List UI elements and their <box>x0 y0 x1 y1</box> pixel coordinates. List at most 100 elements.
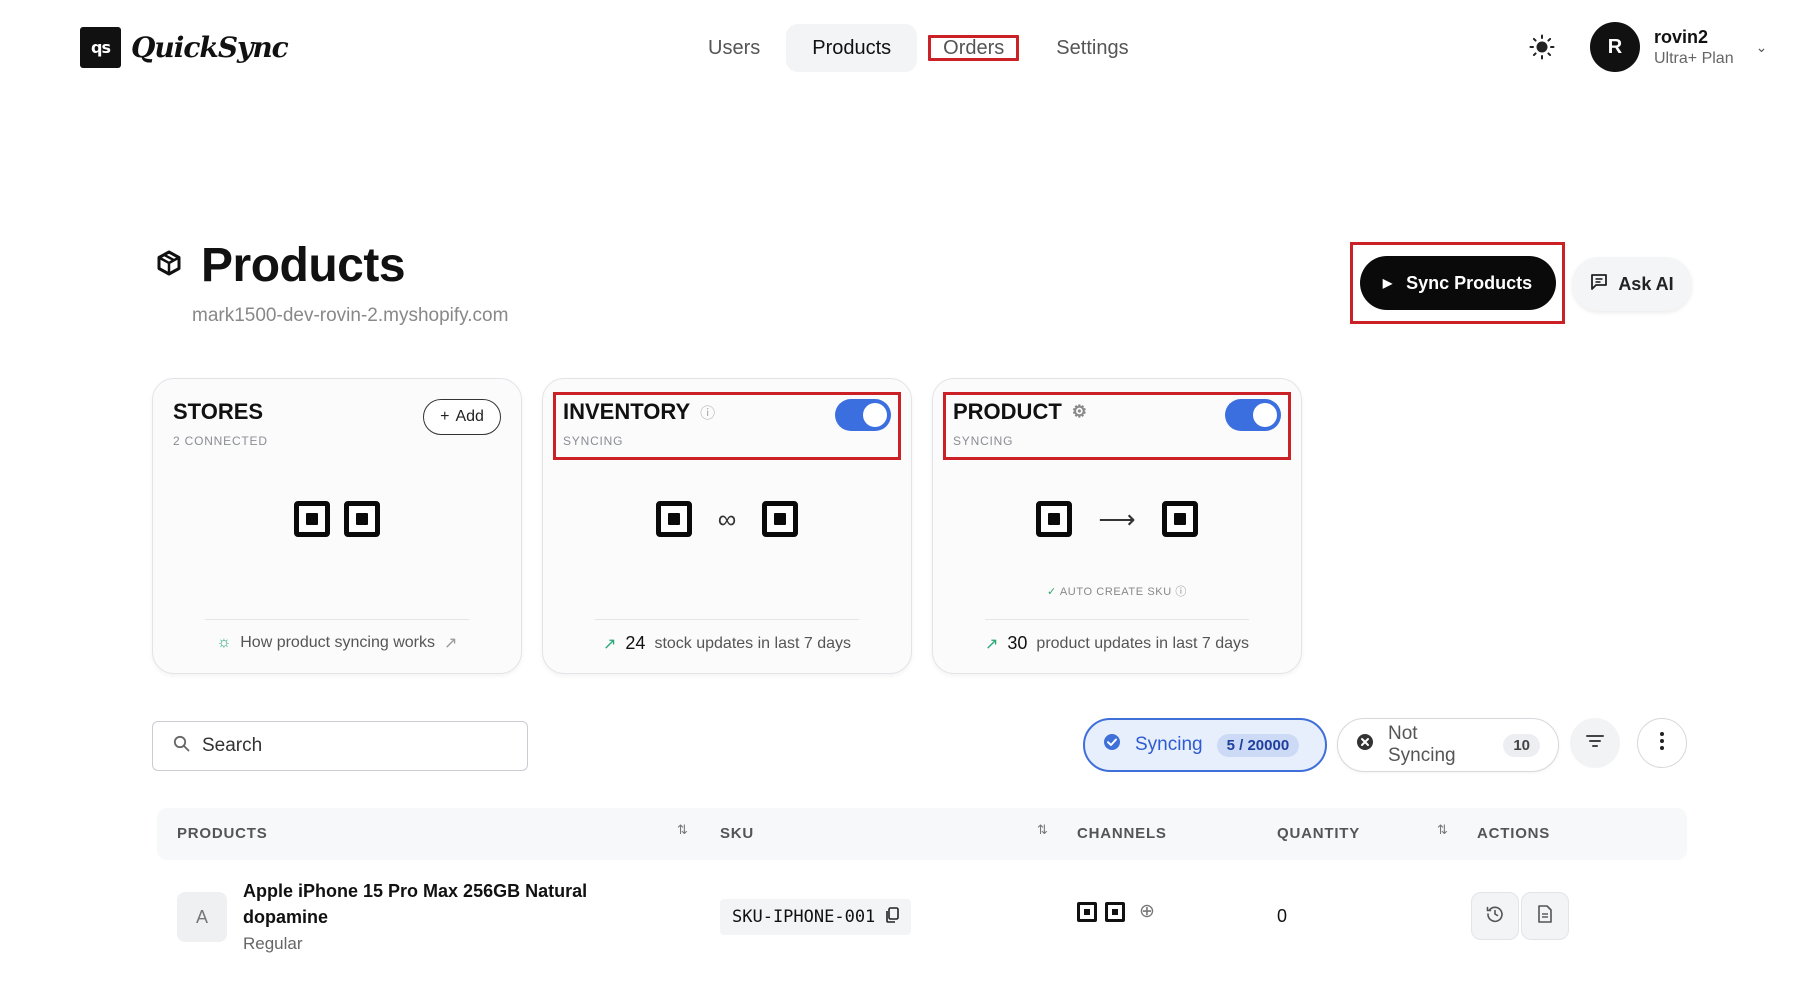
square-store-icon <box>344 501 380 537</box>
sort-icon[interactable]: ⇅ <box>677 822 688 838</box>
product-title: PRODUCT <box>953 399 1062 424</box>
sync-products-highlight: ▶ Sync Products <box>1350 242 1565 324</box>
ask-ai-button[interactable]: Ask AI <box>1572 257 1692 311</box>
divider <box>985 619 1249 620</box>
inventory-stats-label: stock updates in last 7 days <box>654 634 851 652</box>
nav-settings[interactable]: Settings <box>1030 24 1154 72</box>
square-channel-icon <box>1105 901 1125 922</box>
sync-products-button[interactable]: ▶ Sync Products <box>1359 256 1556 310</box>
header-actions: ACTIONS <box>1477 825 1551 842</box>
how-syncing-works-link[interactable]: ☼ How product syncing works ↗ <box>153 633 521 653</box>
history-button[interactable] <box>1471 892 1519 940</box>
logo-mark: qs <box>80 27 121 68</box>
syncing-filter[interactable]: Syncing 5 / 20000 <box>1083 718 1327 772</box>
play-icon: ▶ <box>1382 276 1393 290</box>
not-syncing-label: Not Syncing <box>1388 723 1456 766</box>
syncing-count-badge: 5 / 20000 <box>1216 733 1300 757</box>
product-update-count: 30 <box>1007 633 1028 653</box>
nav-orders[interactable]: Orders <box>917 24 1030 72</box>
header-quantity[interactable]: QUANTITY <box>1277 825 1360 842</box>
check-icon: ✓ <box>1046 586 1057 598</box>
logo-wordmark: QuickSync <box>131 31 289 64</box>
product-title-row: PRODUCT ⚙ <box>953 399 1087 425</box>
quantity-value: 0 <box>1277 906 1288 926</box>
infinity-icon: ∞ <box>717 503 737 534</box>
store-logos <box>153 501 521 537</box>
history-icon <box>1486 905 1504 928</box>
stores-subtitle: 2 CONNECTED <box>173 434 268 448</box>
external-link-icon: ↗ <box>444 635 458 652</box>
user-plan: Ultra+ Plan <box>1654 49 1734 67</box>
stores-title: STORES <box>173 399 264 424</box>
square-store-icon <box>762 501 799 537</box>
search-input[interactable]: Search <box>152 721 528 771</box>
nav-products[interactable]: Products <box>786 24 918 72</box>
check-circle-icon <box>1103 733 1121 757</box>
x-circle-icon <box>1356 733 1374 757</box>
stores-card: STORES 2 CONNECTED + Add ☼ How product s… <box>152 378 522 674</box>
divider <box>205 619 469 620</box>
inventory-title: INVENTORY <box>563 399 691 424</box>
user-name: rovin2 <box>1654 26 1709 47</box>
inventory-title-row: INVENTORY ⓘ <box>563 399 715 425</box>
inventory-sync-toggle[interactable] <box>835 399 891 431</box>
app-logo[interactable]: qs QuickSync <box>80 27 289 68</box>
gear-icon[interactable]: ⚙ <box>1072 402 1087 422</box>
info-icon[interactable]: ⓘ <box>1175 586 1187 598</box>
not-syncing-count-badge: 10 <box>1503 733 1540 757</box>
add-channel-icon[interactable]: ⊕ <box>1139 900 1155 923</box>
chat-icon <box>1590 273 1608 296</box>
avatar: R <box>1590 22 1640 72</box>
sort-icon[interactable]: ⇅ <box>1037 822 1048 838</box>
product-name[interactable]: Apple iPhone 15 Pro Max 256GB Natural do… <box>243 878 603 930</box>
user-menu[interactable]: R rovin2 Ultra+ Plan ⌄ <box>1590 22 1767 72</box>
copy-icon[interactable] <box>885 906 900 928</box>
divider <box>595 619 859 620</box>
chevron-down-icon[interactable]: ⌄ <box>1756 39 1768 56</box>
lightbulb-icon: ☼ <box>216 634 232 651</box>
product-stats-label: product updates in last 7 days <box>1036 634 1249 652</box>
inventory-update-count: 24 <box>625 633 646 653</box>
not-syncing-filter[interactable]: Not Syncing 10 <box>1337 718 1559 772</box>
square-channel-icon <box>1077 901 1097 922</box>
add-store-button[interactable]: + Add <box>423 399 501 435</box>
product-subtitle: SYNCING <box>953 434 1014 448</box>
square-store-icon <box>294 501 330 537</box>
square-store-icon <box>655 501 692 537</box>
header-sku[interactable]: SKU <box>720 825 754 842</box>
info-icon[interactable]: ⓘ <box>700 402 715 423</box>
page-title-row: Products <box>155 238 406 293</box>
more-options-button[interactable] <box>1637 718 1687 768</box>
auto-create-sku-label: AUTO CREATE SKU <box>1059 586 1172 598</box>
stores-card-head: STORES 2 CONNECTED <box>173 399 268 448</box>
details-button[interactable] <box>1521 892 1569 940</box>
product-sync-toggle[interactable] <box>1225 399 1281 431</box>
sku-value: SKU-IPHONE-001 <box>732 907 876 927</box>
square-store-icon <box>1161 501 1198 537</box>
inventory-stats: ↗ 24 stock updates in last 7 days <box>543 633 911 654</box>
auto-create-sku: ✓ AUTO CREATE SKU ⓘ <box>933 583 1301 599</box>
plus-icon: + <box>440 408 450 425</box>
sun-icon[interactable] <box>1528 33 1556 61</box>
sort-icon[interactable]: ⇅ <box>1437 822 1448 838</box>
arrow-right-icon: ⟶ <box>1098 503 1136 534</box>
store-url: mark1500-dev-rovin-2.myshopify.com <box>192 305 509 326</box>
sync-products-label: Sync Products <box>1406 272 1533 293</box>
sku-chip: SKU-IPHONE-001 <box>720 899 912 935</box>
header-products[interactable]: PRODUCTS <box>177 825 268 842</box>
top-header: qs QuickSync Users Products Orders Setti… <box>0 0 1813 96</box>
product-card: PRODUCT ⚙ SYNCING ⟶ ✓ AUTO CREATE SKU ⓘ … <box>932 378 1302 674</box>
product-type: Regular <box>243 934 303 953</box>
nav-users[interactable]: Users <box>682 24 786 72</box>
table-header: PRODUCTS ⇅ SKU ⇅ CHANNELS QUANTITY ⇅ ACT… <box>157 808 1687 860</box>
filter-button[interactable] <box>1570 718 1620 768</box>
table-row[interactable]: A Apple iPhone 15 Pro Max 256GB Natural … <box>157 868 1687 978</box>
product-card-head: PRODUCT ⚙ SYNCING <box>953 399 1087 448</box>
page-title: Products <box>201 239 406 292</box>
search-placeholder: Search <box>202 735 263 756</box>
main-nav: Users Products Orders Settings <box>682 24 1155 72</box>
document-icon <box>1537 904 1553 928</box>
syncing-label: Syncing <box>1135 734 1203 755</box>
search-icon <box>173 735 190 758</box>
inventory-logos: ∞ <box>543 501 911 537</box>
